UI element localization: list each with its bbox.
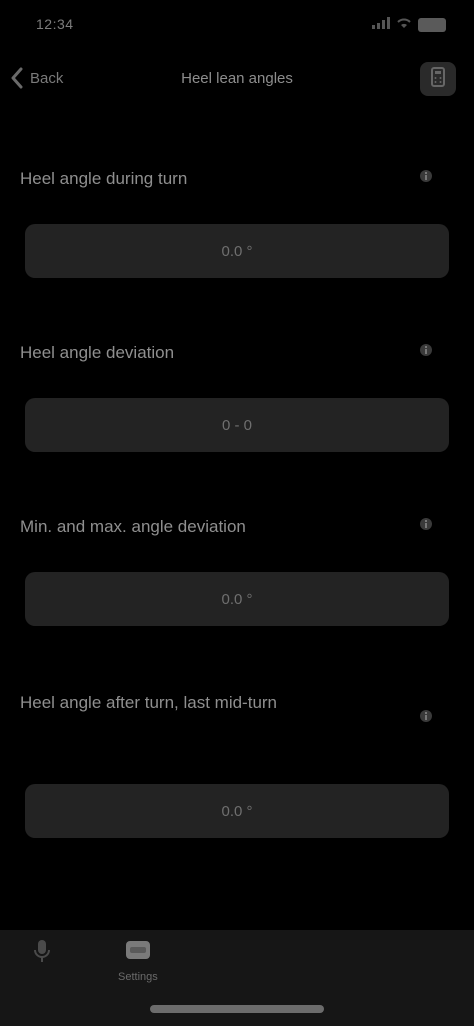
info-button[interactable] xyxy=(416,516,436,536)
setting-label: Heel angle after turn, last mid-turn xyxy=(20,693,278,712)
home-indicator xyxy=(150,1005,324,1013)
info-icon xyxy=(418,342,434,363)
tab-label: Settings xyxy=(118,971,158,983)
setting-label: Heel angle during turn xyxy=(20,169,188,188)
wifi-icon xyxy=(396,16,412,34)
info-button[interactable] xyxy=(416,708,436,728)
status-bar: 12:34 xyxy=(0,0,474,56)
nav-header: Back Heel lean angles xyxy=(0,58,474,102)
calculator-icon xyxy=(431,66,445,92)
signal-icon xyxy=(372,16,390,34)
page-title: Heel lean angles xyxy=(181,70,293,87)
status-indicators xyxy=(372,16,446,34)
info-button[interactable] xyxy=(416,168,436,188)
setting-value-button[interactable]: 0 - 0 xyxy=(25,398,449,452)
setting-label: Min. and max. angle deviation xyxy=(20,517,246,536)
mic-icon xyxy=(32,938,52,969)
tab-settings[interactable]: Settings xyxy=(118,938,158,983)
calculator-button[interactable] xyxy=(420,62,456,96)
setting-value-button[interactable]: 0.0 ° xyxy=(25,784,449,838)
settings-tab-icon xyxy=(124,938,152,967)
setting-value-button[interactable]: 0.0 ° xyxy=(25,572,449,626)
battery-icon xyxy=(418,18,446,32)
info-icon xyxy=(418,168,434,189)
tab-microphone[interactable] xyxy=(32,938,52,973)
setting-value-button[interactable]: 0.0 ° xyxy=(25,224,449,278)
info-icon xyxy=(418,708,434,729)
status-time: 12:34 xyxy=(36,16,74,32)
info-icon xyxy=(418,516,434,537)
setting-label: Heel angle deviation xyxy=(20,343,175,362)
info-button[interactable] xyxy=(416,342,436,362)
